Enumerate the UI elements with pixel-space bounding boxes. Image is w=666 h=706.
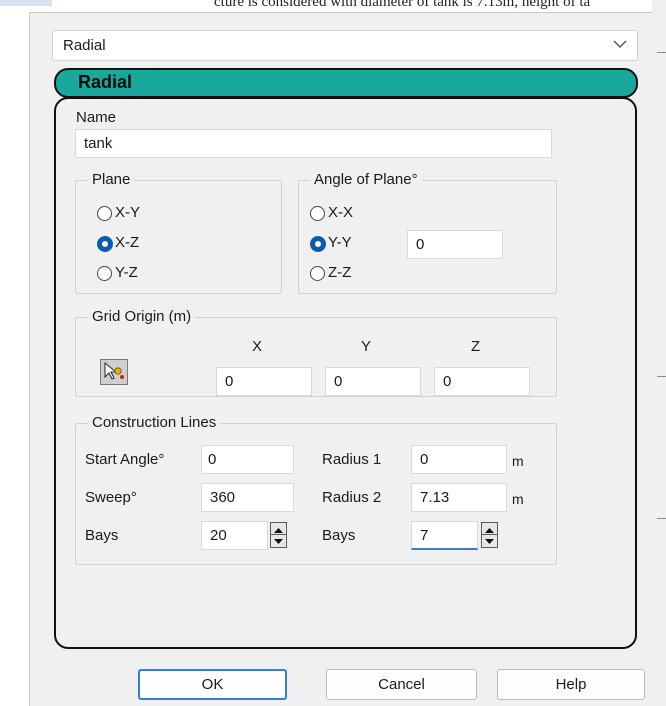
section-title: Radial — [78, 72, 133, 92]
name-input[interactable]: tank — [75, 129, 552, 158]
plane-yz-radio[interactable] — [97, 266, 112, 281]
angle-zz-radio[interactable] — [310, 266, 325, 281]
window-edge — [652, 0, 666, 706]
angle-yy-radio[interactable] — [310, 236, 326, 252]
radius-1-unit: m — [512, 453, 524, 469]
edge-rule — [657, 376, 666, 377]
plane-xz-label: X-Z — [115, 234, 140, 251]
chevron-down-icon — [613, 40, 627, 48]
angle-zz-label: Z-Z — [328, 264, 352, 281]
grid-z-input[interactable]: 0 — [434, 367, 530, 396]
plane-yz-label: Y-Z — [115, 264, 138, 281]
spin-down-button[interactable] — [482, 535, 497, 547]
start-angle-label: Start Angle° — [85, 451, 165, 468]
angle-xx-label: X-X — [328, 204, 354, 221]
bays-right-spinner[interactable] — [481, 522, 498, 548]
plane-xz-radio[interactable] — [97, 236, 113, 252]
grid-x-input[interactable]: 0 — [216, 367, 312, 396]
cancel-button[interactable]: Cancel — [326, 669, 477, 700]
ok-button[interactable]: OK — [138, 669, 287, 700]
start-angle-input[interactable]: 0 — [201, 445, 294, 474]
radius-2-label: Radius 2 — [322, 489, 382, 506]
sweep-input[interactable]: 360 — [201, 483, 294, 512]
radius-1-label: Radius 1 — [322, 451, 382, 468]
plane-xy-label: X-Y — [115, 204, 141, 221]
plane-legend: Plane — [88, 171, 135, 188]
cursor-point-icon — [104, 361, 124, 380]
edge-rule — [657, 518, 666, 519]
name-label: Name — [76, 109, 117, 126]
plane-xy-radio[interactable] — [97, 206, 112, 221]
type-dropdown-value: Radial — [63, 37, 106, 54]
bays-right-label: Bays — [322, 527, 356, 544]
grid-z-header: Z — [471, 338, 481, 355]
angle-xx-radio[interactable] — [310, 206, 325, 221]
grid-origin-legend: Grid Origin (m) — [88, 308, 196, 325]
help-button[interactable]: Help — [497, 669, 645, 700]
radius-2-unit: m — [512, 491, 524, 507]
bays-left-input[interactable]: 20 — [201, 521, 268, 550]
angle-of-plane-legend: Angle of Plane° — [310, 171, 422, 188]
spin-down-button[interactable] — [271, 535, 286, 547]
triangle-down-icon — [485, 539, 494, 544]
pick-point-icon[interactable] — [100, 359, 128, 385]
grid-y-header: Y — [361, 338, 372, 355]
bays-left-spinner[interactable] — [270, 522, 287, 548]
angle-yy-label: Y-Y — [328, 234, 352, 251]
radius-2-input[interactable]: 7.13 — [411, 483, 507, 512]
sweep-label: Sweep° — [85, 489, 137, 506]
construction-lines-legend: Construction Lines — [88, 414, 221, 431]
grid-y-input[interactable]: 0 — [325, 367, 421, 396]
radius-1-input[interactable]: 0 — [411, 445, 507, 474]
section-banner: Radial — [54, 68, 638, 98]
angle-value-input[interactable]: 0 — [407, 230, 503, 259]
grid-x-header: X — [252, 338, 263, 355]
edge-rule — [657, 52, 666, 53]
triangle-down-icon — [274, 539, 283, 544]
type-dropdown[interactable]: Radial — [52, 30, 638, 61]
spin-up-button[interactable] — [271, 523, 286, 535]
spin-up-button[interactable] — [482, 523, 497, 535]
bays-right-input[interactable]: 7 — [411, 521, 478, 550]
background-document-text: cture is considered with diameter of tan… — [214, 0, 591, 10]
bays-left-label: Bays — [85, 527, 119, 544]
